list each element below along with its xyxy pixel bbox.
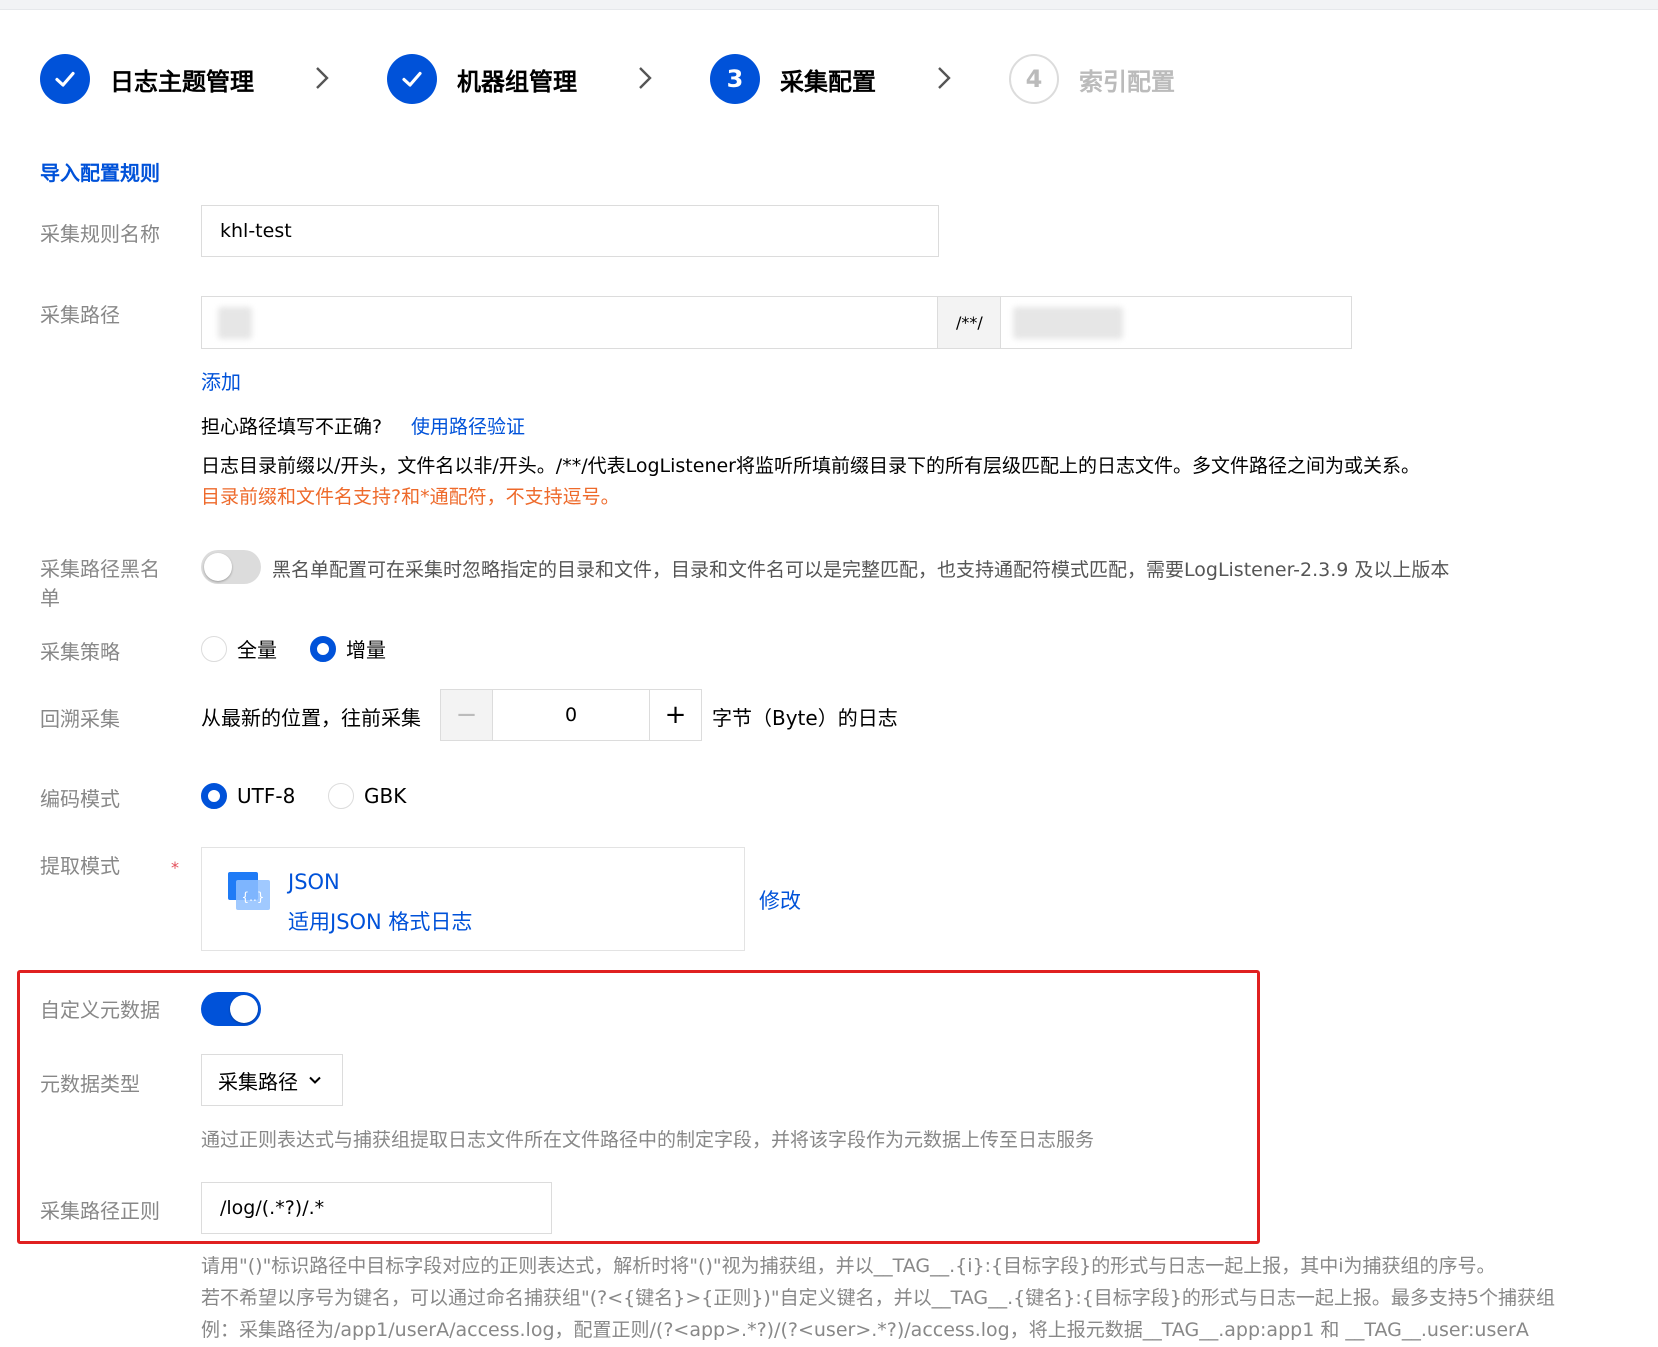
step-done-check-icon — [40, 54, 90, 104]
blacklist-label-cont: 单 — [40, 586, 60, 610]
extract-mode-title: JSON — [288, 870, 340, 894]
strategy-radio-full[interactable]: 全量 — [201, 634, 277, 663]
backtrack-stepper[interactable]: − 0 + — [440, 689, 702, 741]
radio-dot — [328, 783, 354, 809]
chevron-right-icon — [938, 67, 951, 89]
radio-dot-checked — [310, 635, 336, 662]
path-verify-link[interactable]: 使用路径验证 — [411, 412, 525, 439]
backtrack-suffix: 字节（Byte）的日志 — [712, 706, 898, 730]
step-machine-group[interactable]: 机器组管理 — [387, 53, 577, 105]
encoding-radio-utf8[interactable]: UTF-8 — [201, 783, 295, 809]
radio-dot — [201, 635, 227, 662]
collect-path-label: 采集路径 — [40, 303, 120, 327]
decrement-button[interactable]: − — [441, 690, 493, 740]
metadata-type-value: 采集路径 — [218, 1069, 298, 1094]
step-label: 采集配置 — [780, 67, 876, 96]
path-warning: 目录前缀和文件名支持?和*通配符，不支持逗号。 — [201, 486, 620, 508]
blacklist-description: 黑名单配置可在采集时忽略指定的目录和文件，目录和文件名可以是完整匹配，也支持通配… — [272, 559, 1450, 581]
increment-button[interactable]: + — [649, 690, 701, 740]
strategy-radio-incremental[interactable]: 增量 — [310, 634, 386, 663]
metadata-type-help: 通过正则表达式与捕获组提取日志文件所在文件路径中的制定字段，并将该字段作为元数据… — [201, 1129, 1095, 1151]
step-label: 日志主题管理 — [110, 67, 254, 96]
radio-dot-checked — [201, 783, 227, 809]
rule-name-input[interactable]: khl-test — [201, 205, 939, 257]
path-regex-label: 采集路径正则 — [40, 1199, 160, 1223]
json-file-icon: {..} — [228, 872, 270, 910]
modify-extract-link[interactable]: 修改 — [759, 885, 801, 915]
step-number: 4 — [1009, 54, 1059, 104]
step-index-config[interactable]: 4 索引配置 — [1009, 53, 1175, 105]
backtrack-label: 回溯采集 — [40, 707, 120, 731]
step-label: 机器组管理 — [457, 67, 577, 96]
path-separator: /**/ — [937, 296, 1001, 349]
custom-metadata-label: 自定义元数据 — [40, 998, 160, 1022]
extract-mode-label: 提取模式 — [40, 854, 120, 878]
import-config-rule-link[interactable]: 导入配置规则 — [40, 157, 160, 186]
blacklist-toggle[interactable] — [201, 550, 261, 584]
step-topic[interactable]: 日志主题管理 — [40, 53, 254, 105]
chevron-right-icon — [639, 67, 652, 89]
toggle-knob — [204, 553, 232, 581]
backtrack-value[interactable]: 0 — [493, 690, 649, 740]
collect-path-filename-input[interactable] — [1000, 296, 1352, 349]
top-bar — [0, 0, 1658, 10]
svg-text:{..}: {..} — [242, 890, 265, 904]
extract-mode-card[interactable]: {..} JSON 适用JSON 格式日志 — [201, 847, 745, 951]
regex-help-line-2: 若不希望以序号为键名，可以通过命名捕获组"(?<{键名}>{正则})"自定义键名… — [201, 1287, 1555, 1309]
required-mark: * — [171, 858, 179, 877]
metadata-type-select[interactable]: 采集路径 — [201, 1054, 343, 1106]
custom-metadata-toggle[interactable] — [201, 992, 261, 1026]
step-number: 3 — [710, 54, 760, 104]
collect-path-prefix-input[interactable] — [201, 296, 938, 349]
strategy-label: 采集策略 — [40, 640, 120, 664]
path-regex-input[interactable]: /log/(.*?)/.* — [201, 1182, 552, 1234]
metadata-type-label: 元数据类型 — [40, 1072, 140, 1096]
chevron-down-icon — [309, 1076, 321, 1084]
step-collect-config[interactable]: 3 采集配置 — [710, 53, 876, 105]
step-label: 索引配置 — [1079, 67, 1175, 96]
regex-help-line-3: 例：采集路径为/app1/userA/access.log，配置正则/(?<ap… — [201, 1319, 1529, 1341]
toggle-knob — [230, 995, 258, 1023]
chevron-right-icon — [316, 67, 329, 89]
rule-name-label: 采集规则名称 — [40, 222, 160, 246]
redacted-text — [218, 307, 252, 339]
add-path-link[interactable]: 添加 — [201, 366, 241, 395]
path-regex-value: /log/(.*?)/.* — [220, 1197, 325, 1219]
regex-help-line-1: 请用"()"标识路径中目标字段对应的正则表达式，解析时将"()"视为捕获组，并以… — [201, 1255, 1496, 1277]
encoding-label: 编码模式 — [40, 787, 120, 811]
extract-mode-desc: 适用JSON 格式日志 — [288, 910, 473, 934]
backtrack-prefix: 从最新的位置，往前采集 — [201, 706, 421, 730]
redacted-text — [1013, 307, 1123, 339]
rule-name-value: khl-test — [220, 220, 292, 242]
path-description: 日志目录前缀以/开头，文件名以非/开头。/**/代表LogListener将监听… — [201, 455, 1420, 477]
blacklist-label: 采集路径黑名 — [40, 557, 160, 581]
encoding-radio-gbk[interactable]: GBK — [328, 783, 406, 809]
step-done-check-icon — [387, 54, 437, 104]
verify-question: 担心路径填写不正确? — [201, 416, 383, 438]
